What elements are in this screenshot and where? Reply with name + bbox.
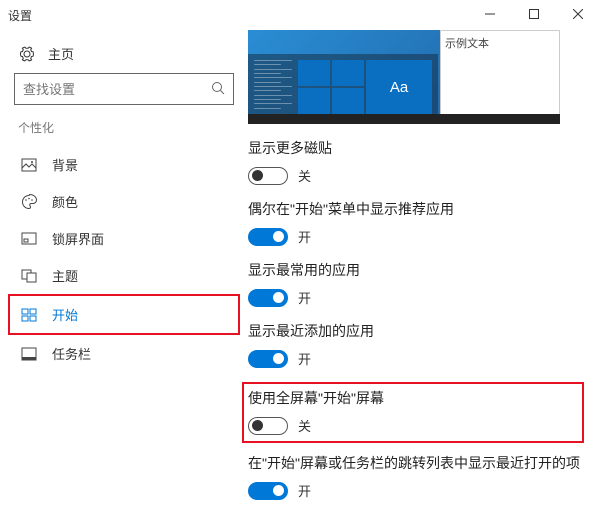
search-box[interactable] <box>14 73 234 105</box>
section-label: 个性化 <box>14 119 234 136</box>
taskbar-icon <box>20 345 38 363</box>
setting-recently-added: 显示最近添加的应用 开 <box>248 321 590 368</box>
search-icon <box>211 81 225 98</box>
toggle-state-text: 关 <box>298 416 311 435</box>
picture-icon <box>20 156 38 174</box>
sidebar: 主页 个性化 背景 颜色 锁屏界面 <box>0 30 248 514</box>
gear-icon <box>18 45 36 63</box>
window-title: 设置 <box>8 7 32 24</box>
setting-label: 在"开始"屏幕或任务栏的跳转列表中显示最近打开的项 <box>248 453 590 473</box>
window-controls <box>468 0 600 28</box>
setting-more-tiles: 显示更多磁贴 关 <box>248 138 590 185</box>
toggle-state-text: 开 <box>298 288 311 307</box>
toggle-state-text: 开 <box>298 481 311 500</box>
search-input[interactable] <box>23 82 211 97</box>
preview-start-menu: Aa <box>248 54 438 114</box>
home-button[interactable]: 主页 <box>14 38 234 73</box>
setting-most-used: 显示最常用的应用 开 <box>248 260 590 307</box>
sidebar-item-lockscreen[interactable]: 锁屏界面 <box>14 220 234 257</box>
toggle-most-used[interactable] <box>248 289 288 307</box>
preview-sample-tile: Aa <box>366 60 432 114</box>
home-label: 主页 <box>48 44 74 63</box>
sidebar-item-label: 任务栏 <box>52 344 91 363</box>
toggle-recently-added[interactable] <box>248 350 288 368</box>
setting-label: 显示更多磁贴 <box>248 138 590 158</box>
setting-label: 偶尔在"开始"菜单中显示推荐应用 <box>248 199 590 219</box>
sidebar-item-label: 开始 <box>52 305 78 324</box>
toggle-more-tiles[interactable] <box>248 167 288 185</box>
sidebar-item-label: 背景 <box>52 155 78 174</box>
close-button[interactable] <box>556 0 600 28</box>
toggle-state-text: 开 <box>298 227 311 246</box>
toggle-suggestions[interactable] <box>248 228 288 246</box>
titlebar: 设置 <box>0 0 600 30</box>
sidebar-item-label: 颜色 <box>52 192 78 211</box>
setting-label: 显示最常用的应用 <box>248 260 590 280</box>
theme-icon <box>20 267 38 285</box>
setting-label: 显示最近添加的应用 <box>248 321 590 341</box>
sidebar-item-themes[interactable]: 主题 <box>14 257 234 294</box>
setting-label: 使用全屏幕"开始"屏幕 <box>248 388 578 408</box>
sidebar-item-colors[interactable]: 颜色 <box>14 183 234 220</box>
setting-fullscreen-start: 使用全屏幕"开始"屏幕 关 <box>242 382 584 443</box>
toggle-state-text: 关 <box>298 166 311 185</box>
setting-jumplist-recent: 在"开始"屏幕或任务栏的跳转列表中显示最近打开的项 开 <box>248 453 590 500</box>
lockscreen-icon <box>20 230 38 248</box>
sidebar-item-background[interactable]: 背景 <box>14 146 234 183</box>
main-content: Aa 示例文本 显示更多磁贴 关 偶尔在"开始"菜单中显示推荐应用 <box>248 30 600 514</box>
palette-icon <box>20 193 38 211</box>
start-preview: Aa 示例文本 <box>248 30 560 124</box>
settings-list: 显示更多磁贴 关 偶尔在"开始"菜单中显示推荐应用 开 显示最常用的应用 开 <box>248 138 590 514</box>
sidebar-item-label: 锁屏界面 <box>52 229 104 248</box>
toggle-jumplist-recent[interactable] <box>248 482 288 500</box>
toggle-state-text: 开 <box>298 349 311 368</box>
preview-window-title: 示例文本 <box>445 38 489 50</box>
minimize-button[interactable] <box>468 0 512 28</box>
sidebar-item-label: 主题 <box>52 266 78 285</box>
sidebar-item-start[interactable]: 开始 <box>8 294 240 335</box>
preview-window: 示例文本 <box>440 30 560 124</box>
maximize-button[interactable] <box>512 0 556 28</box>
start-icon <box>20 306 38 324</box>
sidebar-item-taskbar[interactable]: 任务栏 <box>14 335 234 372</box>
setting-suggestions: 偶尔在"开始"菜单中显示推荐应用 开 <box>248 199 590 246</box>
toggle-fullscreen-start[interactable] <box>248 417 288 435</box>
